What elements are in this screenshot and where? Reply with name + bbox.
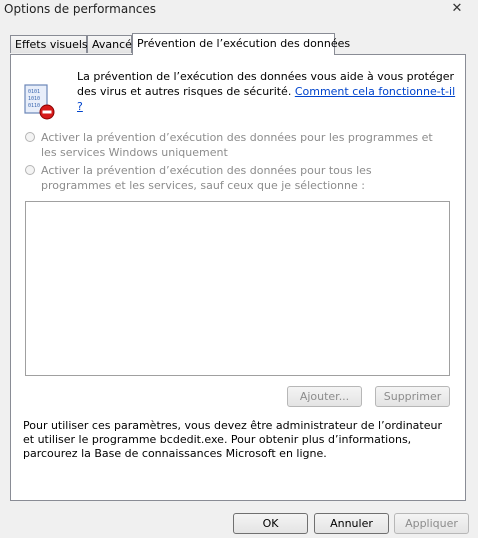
dep-panel: 0101 1010 0110 La prévention de l’exécut… — [10, 54, 466, 501]
radio-windows-only-row: Activer la prévention d’exécution des do… — [25, 130, 445, 160]
radio-all-except-label: Activer la prévention d’exécution des do… — [41, 164, 372, 192]
dep-shield-icon: 0101 1010 0110 — [24, 84, 55, 120]
tab-visual-effects[interactable]: Effets visuels — [10, 35, 88, 53]
radio-all-except[interactable] — [25, 165, 35, 175]
radio-all-except-row: Activer la prévention d’exécution des do… — [25, 163, 445, 193]
close-icon[interactable]: ✕ — [450, 2, 464, 16]
title-bar: Options de performances ✕ — [0, 0, 470, 18]
tab-advanced[interactable]: Avancé — [87, 35, 132, 53]
remove-button[interactable]: Supprimer — [375, 386, 450, 407]
ok-button[interactable]: OK — [233, 513, 308, 534]
exceptions-listbox[interactable] — [25, 201, 450, 376]
performance-options-window: Options de performances ✕ Effets visuels… — [0, 0, 478, 538]
svg-text:0110: 0110 — [28, 103, 40, 109]
apply-button[interactable]: Appliquer — [394, 513, 469, 534]
window-title: Options de performances — [4, 2, 157, 16]
radio-windows-only-label: Activer la prévention d’exécution des do… — [41, 131, 433, 159]
add-button[interactable]: Ajouter... — [287, 386, 362, 407]
radio-windows-only[interactable] — [25, 132, 35, 142]
cancel-button[interactable]: Annuler — [314, 513, 389, 534]
tab-data-execution-prevention[interactable]: Prévention de l’exécution des données — [132, 33, 350, 55]
svg-text:1010: 1010 — [28, 96, 40, 102]
dep-description: La prévention de l’exécution des données… — [77, 69, 461, 114]
admin-info-text: Pour utiliser ces paramètres, vous devez… — [23, 419, 442, 460]
svg-text:0101: 0101 — [28, 89, 40, 95]
